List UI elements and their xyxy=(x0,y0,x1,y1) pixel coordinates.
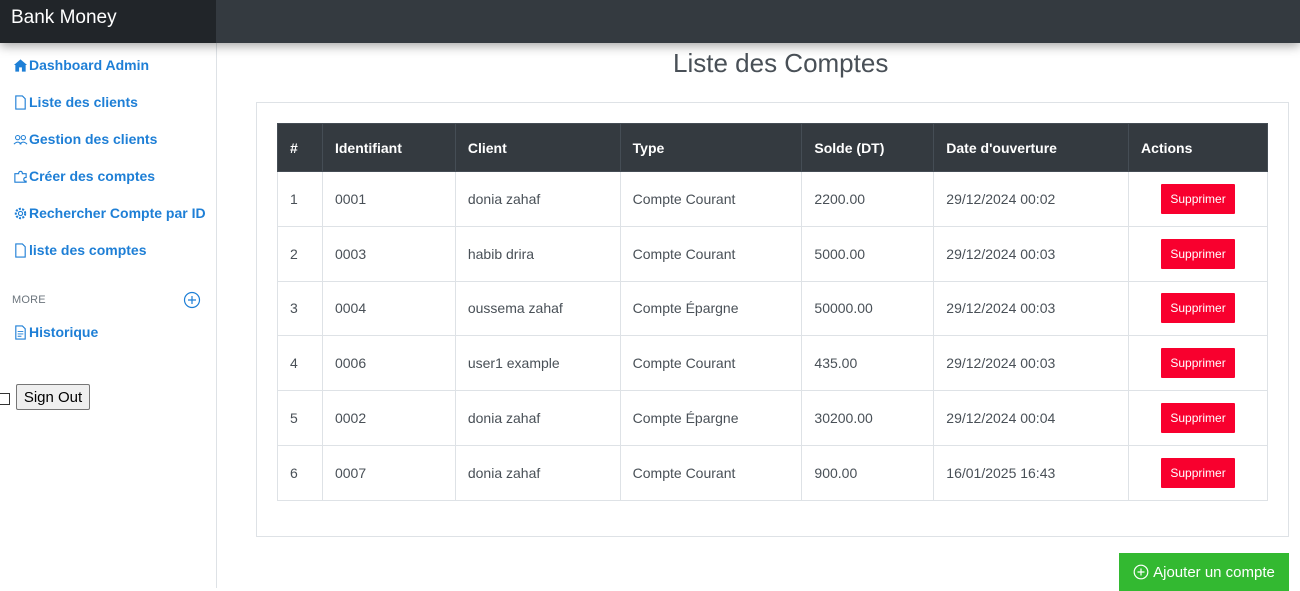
sign-out-button[interactable]: Sign Out xyxy=(16,384,90,410)
sidebar-item-label: Historique xyxy=(29,324,99,340)
account-balance: 50000.00 xyxy=(801,280,935,337)
column-header: Actions xyxy=(1128,123,1268,172)
delete-button[interactable]: Supprimer xyxy=(1161,457,1235,488)
column-header: Solde (DT) xyxy=(801,123,935,172)
account-id: 0001 xyxy=(321,171,456,227)
table-row: 6 0007 donia zahaf Compte Courant 900.00… xyxy=(277,444,1268,501)
actions-cell: Supprimer xyxy=(1128,390,1268,446)
sidebar-item-label: Liste des clients xyxy=(29,94,138,110)
accounts-table: # Identifiant Client Type Solde (DT) Dat… xyxy=(277,123,1268,501)
account-id: 0002 xyxy=(321,390,456,446)
table-row: 4 0006 user1 example Compte Courant 435.… xyxy=(277,335,1268,392)
row-number: 3 xyxy=(277,280,323,337)
sidebar-item-rechercher-compte[interactable]: Rechercher Compte par ID xyxy=(12,205,206,221)
gear-icon xyxy=(12,205,28,221)
add-account-button[interactable]: Ajouter un compte xyxy=(1119,553,1289,591)
file-icon xyxy=(12,242,28,258)
column-header: Identifiant xyxy=(321,123,456,172)
client-name: habib drira xyxy=(454,225,621,282)
actions-cell: Supprimer xyxy=(1128,280,1268,337)
brand-logo[interactable]: Bank Money xyxy=(0,0,216,43)
accounts-card: # Identifiant Client Type Solde (DT) Dat… xyxy=(256,102,1289,537)
table-row: 2 0003 habib drira Compte Courant 5000.0… xyxy=(277,225,1268,282)
account-balance: 30200.00 xyxy=(801,390,935,446)
row-number: 4 xyxy=(277,335,323,392)
actions-cell: Supprimer xyxy=(1128,171,1268,227)
account-type: Compte Courant xyxy=(619,444,803,501)
sidebar: Dashboard Admin Liste des clients Gestio… xyxy=(0,43,217,588)
opening-date: 16/01/2025 16:43 xyxy=(933,444,1130,501)
account-type: Compte Courant xyxy=(619,225,803,282)
opening-date: 29/12/2024 00:04 xyxy=(933,390,1130,446)
signout-checkbox[interactable] xyxy=(0,393,10,405)
add-account-label: Ajouter un compte xyxy=(1153,563,1275,581)
column-header: Type xyxy=(619,123,803,172)
row-number: 6 xyxy=(277,444,323,501)
page-title: Liste des Comptes xyxy=(673,48,889,78)
delete-button[interactable]: Supprimer xyxy=(1161,403,1235,434)
people-icon xyxy=(12,131,28,147)
account-id: 0003 xyxy=(321,225,456,282)
column-header: Client xyxy=(454,123,621,172)
file-icon xyxy=(12,94,28,110)
account-id: 0004 xyxy=(321,280,456,337)
column-header: # xyxy=(277,123,323,172)
sidebar-item-label: liste des comptes xyxy=(29,242,147,258)
client-name: donia zahaf xyxy=(454,390,621,446)
account-type: Compte Courant xyxy=(619,171,803,227)
account-type: Compte Épargne xyxy=(619,280,803,337)
sidebar-item-label: Gestion des clients xyxy=(29,131,158,147)
top-navbar: Bank Money xyxy=(0,0,1300,43)
sidebar-item-label: Rechercher Compte par ID xyxy=(29,205,206,221)
opening-date: 29/12/2024 00:03 xyxy=(933,225,1130,282)
actions-cell: Supprimer xyxy=(1128,335,1268,392)
opening-date: 29/12/2024 00:03 xyxy=(933,280,1130,337)
actions-cell: Supprimer xyxy=(1128,444,1268,501)
account-type: Compte Courant xyxy=(619,335,803,392)
table-row: 1 0001 donia zahaf Compte Courant 2200.0… xyxy=(277,171,1268,227)
delete-button[interactable]: Supprimer xyxy=(1161,238,1235,269)
sidebar-item-label: Dashboard Admin xyxy=(29,57,150,73)
table-row: 5 0002 donia zahaf Compte Épargne 30200.… xyxy=(277,390,1268,446)
sidebar-item-historique[interactable]: Historique xyxy=(12,324,98,340)
sidebar-item-label: Créer des comptes xyxy=(29,168,156,184)
client-name: oussema zahaf xyxy=(454,280,621,337)
opening-date: 29/12/2024 00:03 xyxy=(933,335,1130,392)
row-number: 5 xyxy=(277,390,323,446)
row-number: 2 xyxy=(277,225,323,282)
table-row: 3 0004 oussema zahaf Compte Épargne 5000… xyxy=(277,280,1268,337)
client-name: user1 example xyxy=(454,335,621,392)
sidebar-item-dashboard-admin[interactable]: Dashboard Admin xyxy=(12,57,149,73)
sidebar-section-more: MORE xyxy=(12,294,46,306)
sidebar-item-liste-des-comptes[interactable]: liste des comptes xyxy=(12,242,147,258)
delete-button[interactable]: Supprimer xyxy=(1161,183,1235,214)
plus-circle-icon xyxy=(1133,564,1149,580)
client-name: donia zahaf xyxy=(454,444,621,501)
row-number: 1 xyxy=(277,171,323,227)
delete-button[interactable]: Supprimer xyxy=(1161,348,1235,379)
account-balance: 5000.00 xyxy=(801,225,935,282)
actions-cell: Supprimer xyxy=(1128,225,1268,282)
account-balance: 2200.00 xyxy=(801,171,935,227)
account-type: Compte Épargne xyxy=(619,390,803,446)
account-balance: 900.00 xyxy=(801,444,935,501)
sidebar-item-liste-des-clients[interactable]: Liste des clients xyxy=(12,94,138,110)
puzzle-icon xyxy=(12,168,28,184)
delete-button[interactable]: Supprimer xyxy=(1161,293,1235,324)
plus-circle-icon[interactable] xyxy=(183,291,201,309)
account-balance: 435.00 xyxy=(801,335,935,392)
table-header-row: # Identifiant Client Type Solde (DT) Dat… xyxy=(277,123,1268,172)
account-id: 0006 xyxy=(321,335,456,392)
client-name: donia zahaf xyxy=(454,171,621,227)
account-id: 0007 xyxy=(321,444,456,501)
opening-date: 29/12/2024 00:02 xyxy=(933,171,1130,227)
column-header: Date d'ouverture xyxy=(933,123,1130,172)
sidebar-item-creer-des-comptes[interactable]: Créer des comptes xyxy=(12,168,155,184)
sidebar-item-gestion-des-clients[interactable]: Gestion des clients xyxy=(12,131,157,147)
file-text-icon xyxy=(12,324,28,340)
home-icon xyxy=(12,57,28,73)
